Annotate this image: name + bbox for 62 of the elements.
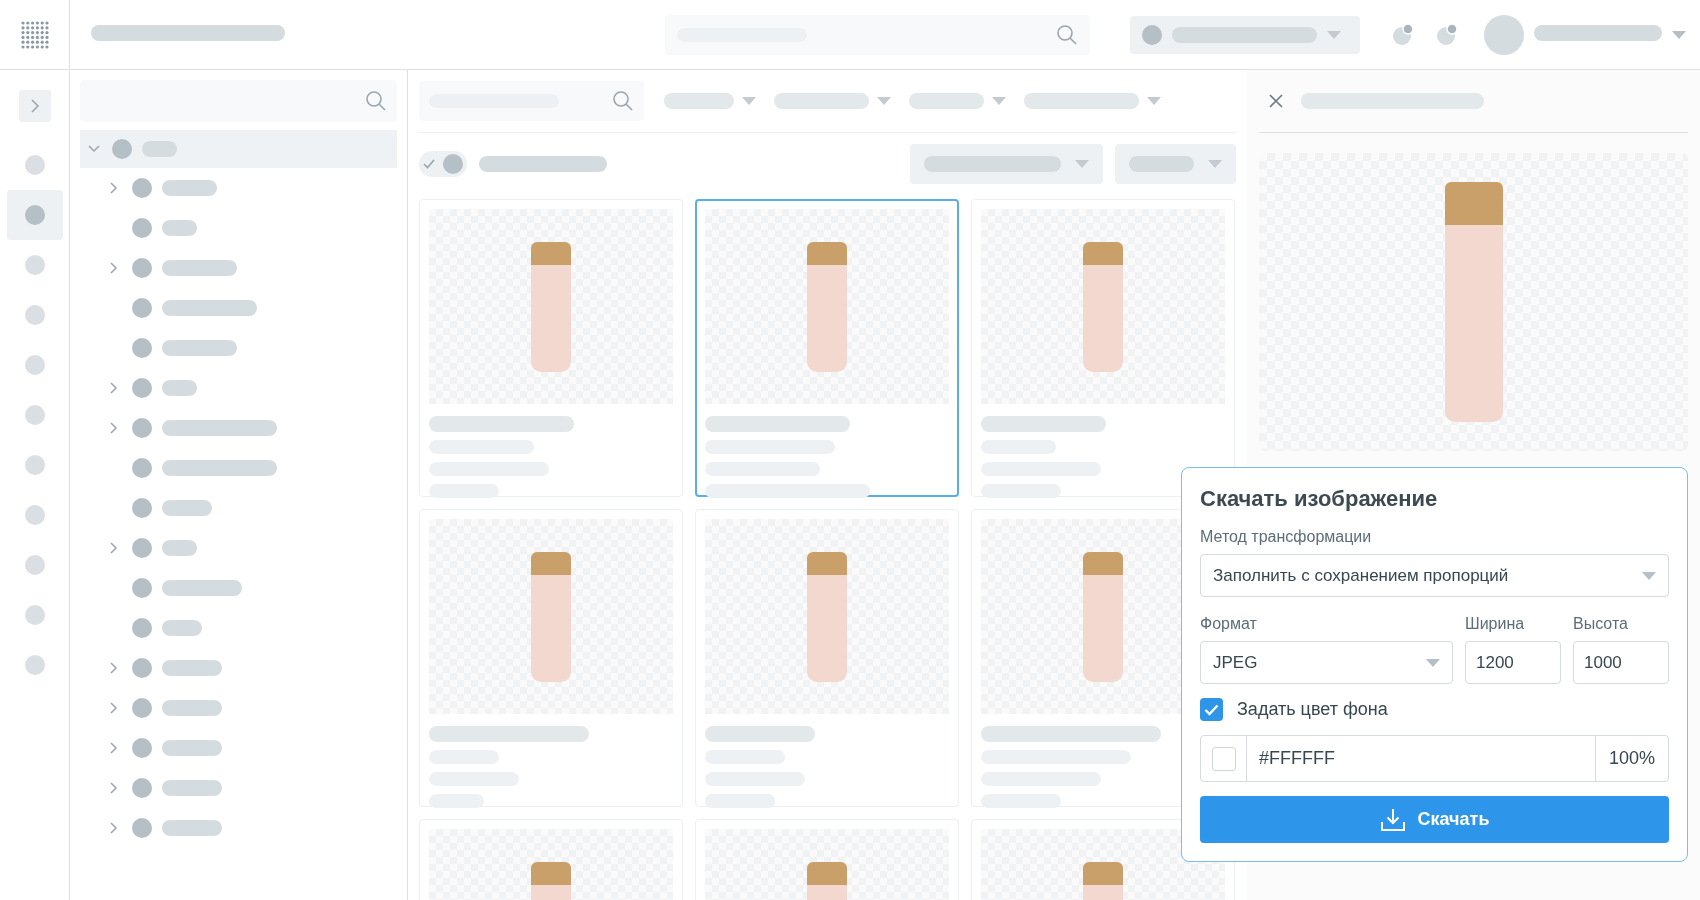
caret-icon (1327, 30, 1341, 39)
skeleton-bar (162, 540, 197, 556)
filter-dropdown[interactable] (664, 93, 756, 109)
caret-icon (877, 97, 891, 105)
skeleton-bar (162, 620, 202, 636)
search-icon[interactable] (365, 90, 387, 112)
check-icon (423, 159, 435, 169)
toggle-switch[interactable] (419, 151, 467, 177)
caret-icon (1147, 97, 1161, 105)
field-label: Ширина (1465, 615, 1526, 633)
caret-icon (992, 97, 1006, 105)
skeleton-bar (1129, 156, 1194, 172)
notification-icon[interactable] (1392, 22, 1416, 47)
view-dropdown[interactable] (1115, 144, 1236, 184)
close-icon[interactable] (1269, 94, 1283, 108)
apps-grid-icon[interactable] (19, 19, 50, 50)
skeleton-bar (162, 180, 217, 196)
width-field[interactable]: 1200 (1465, 641, 1561, 684)
field-label: Метод трансформации (1200, 528, 1373, 546)
skeleton-bar (664, 93, 734, 109)
check-icon (1204, 703, 1219, 716)
search-field[interactable] (665, 14, 1090, 55)
account-dropdown[interactable] (1130, 15, 1360, 54)
caret-icon (1426, 658, 1440, 667)
method-dropdown[interactable]: Заполнить с сохранением пропорций (1200, 554, 1669, 597)
avatar[interactable] (1484, 14, 1524, 55)
search-icon[interactable] (612, 90, 634, 112)
search-field[interactable] (419, 81, 644, 121)
expand-button[interactable] (18, 90, 51, 122)
skeleton-bar (162, 820, 222, 836)
download-icon (1379, 807, 1406, 832)
tree-item[interactable] (80, 130, 397, 168)
skeleton-bar (162, 700, 222, 716)
search-field[interactable] (80, 80, 397, 122)
skeleton-bar (162, 220, 197, 236)
filter-dropdown[interactable] (909, 93, 1006, 109)
format-dropdown[interactable]: JPEG (1200, 641, 1453, 684)
skeleton-bar (142, 141, 177, 157)
skeleton-bar (162, 660, 222, 676)
checkbox[interactable] (1200, 698, 1223, 721)
field-label: Формат (1200, 615, 1258, 633)
product-card[interactable] (695, 199, 959, 497)
dialog-title: Скачать изображение (1200, 486, 1439, 512)
search-icon[interactable] (1056, 23, 1078, 46)
checkbox-label: Задать цвет фона (1237, 699, 1388, 720)
filter-dropdown[interactable] (1024, 93, 1161, 109)
skeleton-bar (162, 380, 197, 396)
filter-dropdown[interactable] (774, 93, 891, 109)
notification-icon[interactable] (1436, 22, 1460, 47)
caret-icon (1208, 160, 1222, 168)
caret-icon (1672, 30, 1686, 39)
caret-icon (1075, 160, 1089, 168)
height-field[interactable]: 1000 (1573, 641, 1669, 684)
rail-item[interactable] (6, 190, 63, 240)
skeleton-bar (162, 780, 222, 796)
skeleton-bar (162, 740, 222, 756)
sort-dropdown[interactable] (910, 144, 1103, 184)
caret-icon (1642, 571, 1656, 580)
skeleton-bar (162, 500, 212, 516)
field-label: Высота (1573, 615, 1629, 633)
caret-icon (742, 97, 756, 105)
chevron-icon (29, 99, 40, 113)
